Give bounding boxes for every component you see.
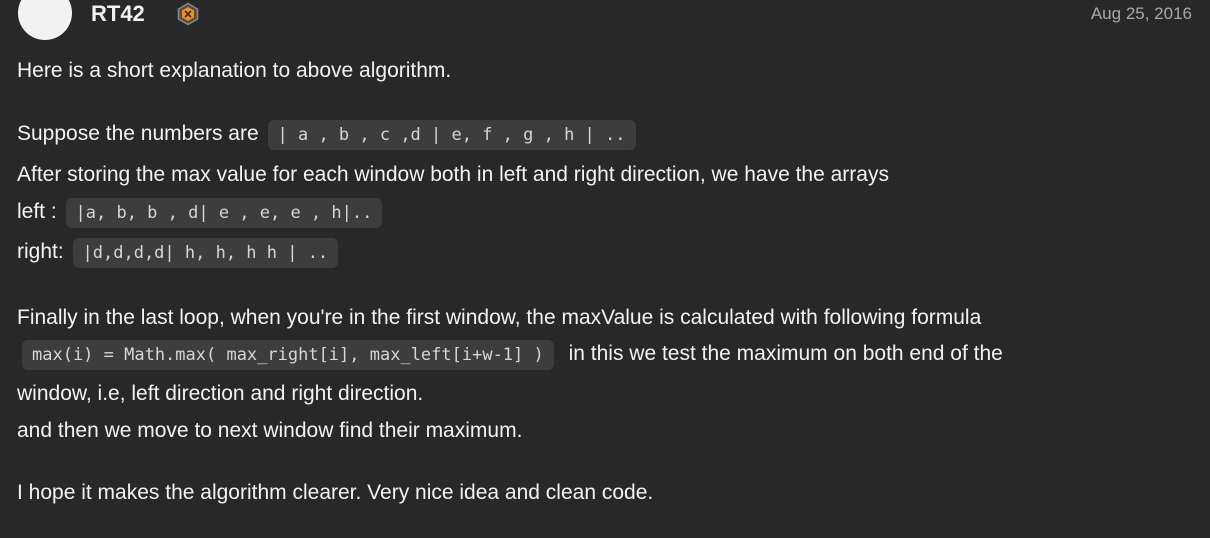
finally-text: Finally in the last loop, when you're in… [17,306,982,329]
after-storing-text: After storing the max value for each win… [17,163,889,186]
right-line: right: |d,d,d,d| h, h, h h | .. [17,238,341,268]
right-label: right: [17,240,64,263]
post-date: Aug 25, 2016 [1090,4,1192,23]
left-code: |a, b, b , d| e , e, e , h|.. [65,198,383,228]
formula-line: max(i) = Math.max( max_right[i], max_lef… [19,340,1003,370]
then-text: and then we move to next window find the… [17,419,523,442]
right-code: |d,d,d,d| h, h, h h | .. [72,238,339,268]
hexagon-badge-icon [176,2,200,26]
left-line: left : |a, b, b , d| e , e, e , h|.. [17,198,385,228]
formula-code: max(i) = Math.max( max_right[i], max_lef… [22,340,554,370]
suppose-code: | a , b , c ,d | e, f , g , h | .. [267,120,636,150]
window-text: window, i.e, left direction and right di… [17,382,424,405]
hope-text: I hope it makes the algorithm clearer. V… [17,481,654,504]
avatar[interactable] [18,0,72,40]
paragraph-intro: Here is a short explanation to above alg… [17,59,452,82]
formula-after-text: in this we test the maximum on both end … [568,342,1003,365]
left-label: left : [17,200,57,223]
suppose-line: Suppose the numbers are | a , b , c ,d |… [17,120,639,150]
author-name[interactable]: RT42 [91,1,145,27]
suppose-text: Suppose the numbers are [17,122,259,145]
